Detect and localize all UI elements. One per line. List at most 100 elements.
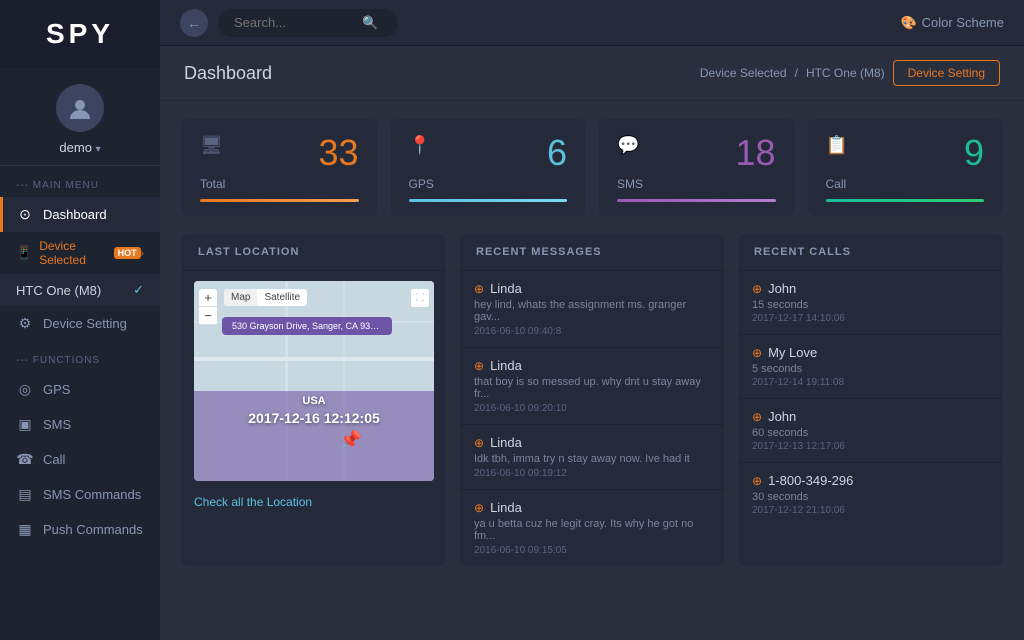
message-item[interactable]: ⊕Linda that boy is so messed up. why dnt…: [460, 348, 724, 425]
contact-plus-icon: ⊕: [752, 282, 762, 296]
stat-card-call: 📋 9 Call: [808, 119, 1003, 216]
map-road-h: [194, 357, 434, 361]
push-commands-icon: ▦: [16, 521, 34, 538]
panels-row: LAST LOCATION: [182, 234, 1002, 566]
topbar: ← 🔍 🎨 Color Scheme: [160, 0, 1024, 46]
breadcrumb-separator: /: [795, 66, 798, 80]
search-input[interactable]: [234, 15, 354, 30]
settings-icon: ⚙: [16, 315, 34, 332]
functions-label: --- FUNCTIONS: [0, 341, 160, 372]
total-icon: 🖥: [200, 135, 223, 156]
message-item[interactable]: ⊕Linda Idk tbh, imma try n stay away now…: [460, 425, 724, 490]
breadcrumb-device: Device Selected: [700, 66, 787, 80]
color-scheme-icon: 🎨: [900, 15, 916, 31]
sidebar-item-dashboard[interactable]: ⊙ Dashboard: [0, 197, 160, 232]
call-bar: [826, 199, 985, 202]
recent-calls-header: RECENT CALLS: [738, 234, 1002, 271]
sidebar-item-device-selected[interactable]: 📱 Device Selected HOT ›: [0, 232, 160, 274]
recent-calls-list: ⊕John 15 seconds 2017-12-17 14:10:06 ⊕My…: [738, 271, 1002, 526]
call-value: 9: [964, 135, 984, 171]
map-tab-satellite[interactable]: Satellite: [257, 289, 307, 306]
stat-card-total: 🖥 33 Total: [182, 119, 377, 216]
logo: SPY: [0, 0, 160, 68]
call-item[interactable]: ⊕John 60 seconds 2017-12-13 12:17:06: [738, 399, 1002, 463]
hot-badge: HOT: [114, 247, 141, 259]
page-header: Dashboard Device Selected / HTC One (M8)…: [160, 46, 1024, 101]
check-location-link[interactable]: Check all the Location: [182, 485, 446, 519]
avatar: [56, 84, 104, 132]
map-fullscreen-button[interactable]: ⛶: [411, 289, 429, 307]
sidebar-item-device-setting[interactable]: ⚙ Device Setting: [0, 306, 160, 341]
recent-calls-panel: RECENT CALLS ⊕John 15 seconds 2017-12-17…: [738, 234, 1002, 566]
call-item[interactable]: ⊕John 15 seconds 2017-12-17 14:10:06: [738, 271, 1002, 335]
map-country: USA: [248, 395, 380, 407]
sidebar-item-push-commands[interactable]: ▦ Push Commands: [0, 512, 160, 547]
sms-label: SMS: [617, 177, 776, 191]
map-zoom-out-button[interactable]: −: [199, 307, 217, 325]
contact-plus-icon: ⊕: [474, 436, 484, 450]
device-name-item[interactable]: HTC One (M8) ✓: [0, 274, 160, 306]
message-item[interactable]: ⊕Linda ya u betta cuz he legit cray. Its…: [460, 490, 724, 566]
username[interactable]: demo ▾: [59, 140, 100, 155]
last-location-panel: LAST LOCATION: [182, 234, 446, 566]
main-content: ← 🔍 🎨 Color Scheme Dashboard Device Sele…: [160, 0, 1024, 640]
sidebar-item-sms-commands[interactable]: ▤ SMS Commands: [0, 477, 160, 512]
total-value: 33: [318, 135, 358, 171]
sidebar-item-call[interactable]: ☎ Call: [0, 442, 160, 477]
main-menu-label: --- MAIN MENU: [0, 166, 160, 197]
sms-bar: [617, 199, 776, 202]
map-zoom-in-button[interactable]: +: [199, 289, 217, 307]
page-title: Dashboard: [184, 63, 272, 84]
sms-icon: ▣: [16, 416, 34, 433]
message-item[interactable]: ⊕Linda hey lind, whats the assignment ms…: [460, 271, 724, 348]
device-icon: 📱: [16, 245, 32, 261]
call-icon: ☎: [16, 451, 34, 468]
dashboard-icon: ⊙: [16, 206, 34, 223]
sms-stat-icon: 💬: [617, 135, 639, 156]
sidebar-item-sms[interactable]: ▣ SMS: [0, 407, 160, 442]
call-stat-icon: 📋: [826, 135, 848, 156]
gps-stat-icon: 📍: [409, 135, 431, 156]
contact-plus-icon: ⊕: [474, 359, 484, 373]
contact-plus-icon: ⊕: [474, 282, 484, 296]
sidebar: SPY demo ▾ --- MAIN MENU ⊙ Dashboard 📱 D…: [0, 0, 160, 640]
recent-messages-panel: RECENT MESSAGES ⊕Linda hey lind, whats t…: [460, 234, 724, 566]
map-pin-icon: 📌: [340, 430, 362, 451]
total-bar: [200, 199, 359, 202]
checkmark-icon: ✓: [133, 282, 144, 298]
last-location-header: LAST LOCATION: [182, 234, 446, 271]
gps-value: 6: [547, 135, 567, 171]
map-type-bar: Map Satellite: [224, 289, 307, 306]
call-item[interactable]: ⊕My Love 5 seconds 2017-12-14 19:11:08: [738, 335, 1002, 399]
map-address-popup: 530 Grayson Drive, Sanger, CA 93657,: [222, 317, 392, 335]
content-area: 🖥 33 Total 📍 6 GPS 💬 18 SMS: [160, 101, 1024, 640]
recent-messages-list: ⊕Linda hey lind, whats the assignment ms…: [460, 271, 724, 566]
color-scheme-button[interactable]: 🎨 Color Scheme: [900, 15, 1004, 31]
search-container: 🔍: [218, 9, 398, 37]
stats-row: 🖥 33 Total 📍 6 GPS 💬 18 SMS: [182, 119, 1002, 216]
contact-plus-icon: ⊕: [752, 410, 762, 424]
call-label: Call: [826, 177, 985, 191]
stat-card-sms: 💬 18 SMS: [599, 119, 794, 216]
chevron-right-icon: ›: [141, 248, 144, 259]
sms-value: 18: [735, 135, 775, 171]
breadcrumb: Device Selected / HTC One (M8) Device Se…: [700, 60, 1000, 86]
gps-bar: [409, 199, 568, 202]
contact-plus-icon: ⊕: [752, 346, 762, 360]
map-date-overlay: USA 2017-12-16 12:12:05: [248, 395, 380, 426]
map-tab-map[interactable]: Map: [224, 289, 257, 306]
contact-plus-icon: ⊕: [474, 501, 484, 515]
gps-label: GPS: [409, 177, 568, 191]
map-controls[interactable]: + −: [199, 289, 217, 325]
sidebar-item-gps[interactable]: ◎ GPS: [0, 372, 160, 407]
sms-commands-icon: ▤: [16, 486, 34, 503]
map-datetime: 2017-12-16 12:12:05: [248, 410, 380, 426]
search-icon: 🔍: [362, 15, 378, 31]
back-button[interactable]: ←: [180, 9, 208, 37]
stat-card-gps: 📍 6 GPS: [391, 119, 586, 216]
avatar-area: demo ▾: [0, 68, 160, 166]
device-setting-button[interactable]: Device Setting: [893, 60, 1000, 86]
call-item[interactable]: ⊕1-800-349-296 30 seconds 2017-12-12 21:…: [738, 463, 1002, 526]
map-visual: USA 2017-12-16 12:12:05 + − Map: [194, 281, 434, 481]
gps-icon: ◎: [16, 381, 34, 398]
